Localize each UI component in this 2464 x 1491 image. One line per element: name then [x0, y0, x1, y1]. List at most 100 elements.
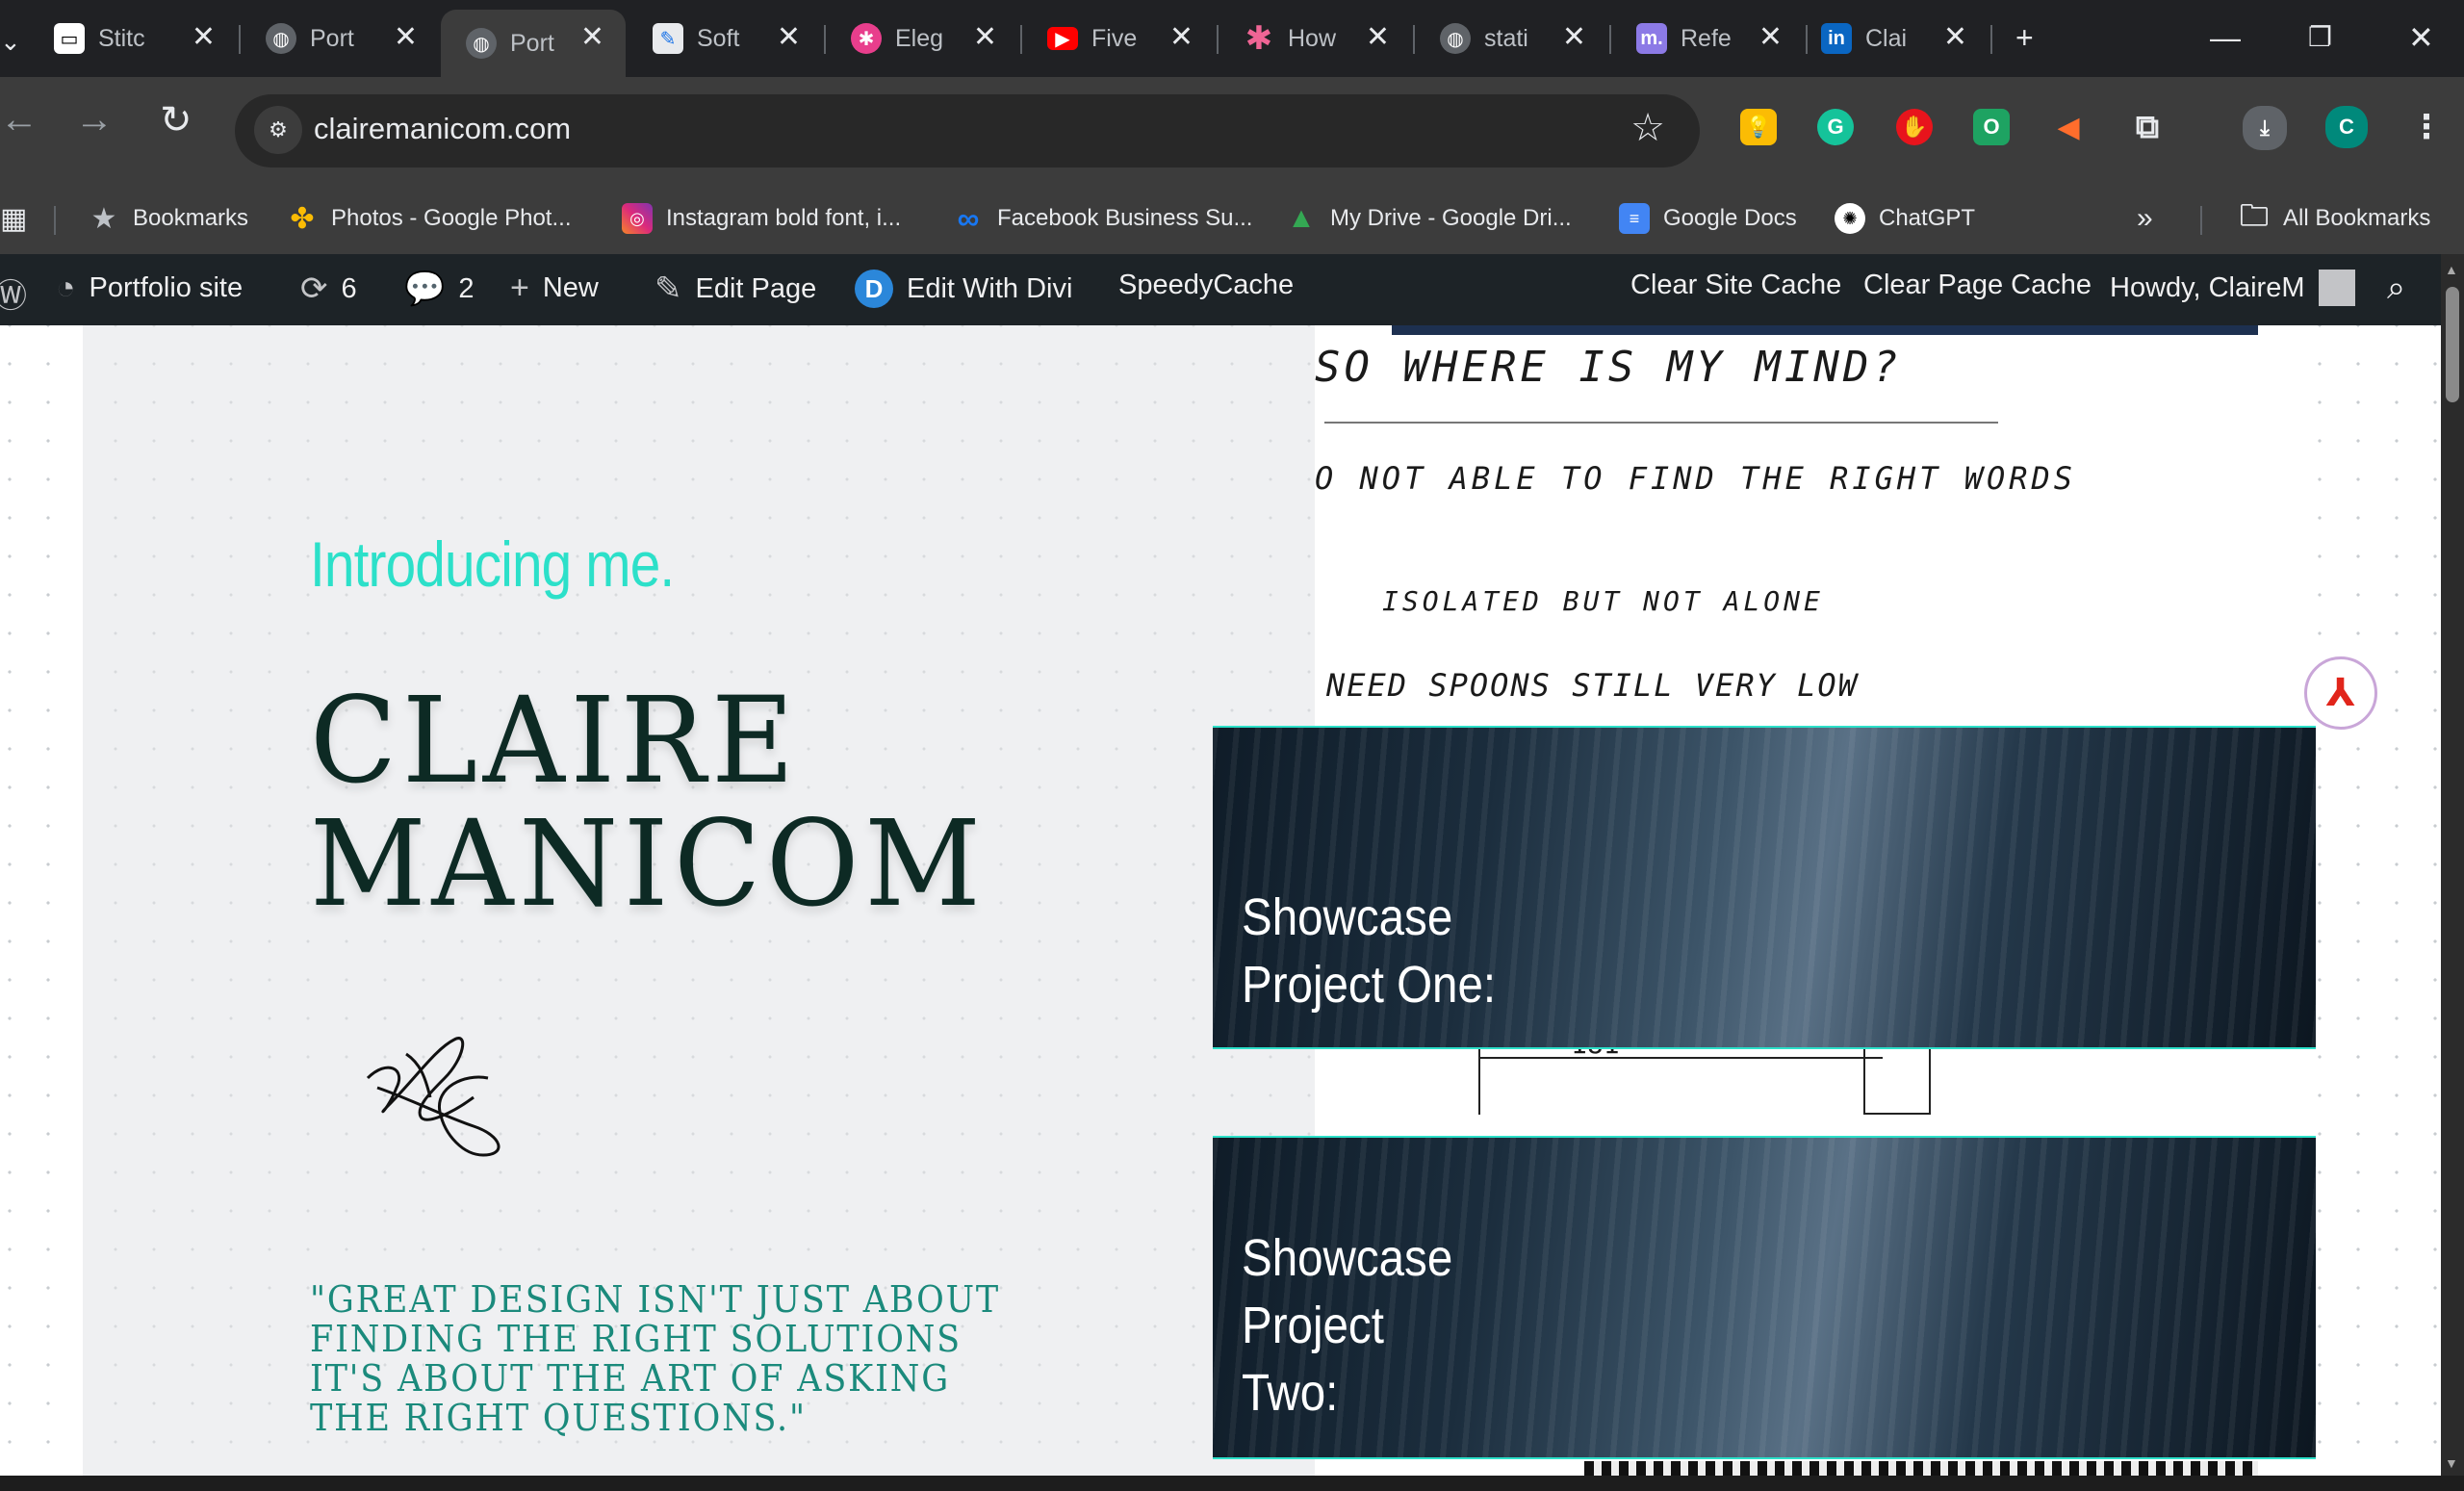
close-tab-icon[interactable]: ✕ — [1758, 23, 1783, 52]
tab-7[interactable]: ✱ How ✕ — [1219, 10, 1411, 67]
close-tab-icon[interactable]: ✕ — [973, 23, 997, 52]
new-label: New — [542, 272, 599, 303]
showcase-two-line-1: Showcase — [1242, 1229, 1453, 1287]
wp-howdy-user[interactable]: Howdy, ClaireM — [2110, 270, 2355, 306]
close-tab-icon[interactable]: ✕ — [580, 23, 604, 52]
block-hand-ext-icon[interactable]: ✋ — [1896, 109, 1933, 145]
wp-clear-site-cache[interactable]: Clear Site Cache — [1630, 270, 1841, 301]
sketch-hatching — [1584, 1461, 2258, 1476]
wp-comments[interactable]: 💬 2 — [404, 270, 474, 308]
back-arrow-icon[interactable]: ← — [0, 98, 38, 141]
bookmark-google-drive[interactable]: ▲ My Drive - Google Dri... — [1286, 194, 1572, 243]
globe-icon: ◍ — [1440, 23, 1471, 54]
bookmark-bookmarks[interactable]: ★ Bookmarks — [89, 194, 249, 243]
more-bookmarks-chevron-icon[interactable]: » — [2137, 194, 2153, 243]
profile-avatar[interactable]: C — [2325, 106, 2368, 148]
plus-icon: + — [510, 270, 529, 306]
restore-icon[interactable]: ❐ — [2308, 13, 2332, 62]
pencil-icon: ✎ — [654, 270, 682, 307]
dashboard-gauge-icon: ◔ — [56, 270, 76, 306]
bookmark-google-docs[interactable]: ≡ Google Docs — [1619, 194, 1797, 243]
pen-icon: ✎ — [653, 23, 683, 54]
wp-search-icon[interactable]: ⌕ — [2387, 270, 2419, 307]
bookmark-label: Facebook Business Su... — [997, 205, 1253, 231]
keep-ext-icon[interactable]: 💡 — [1740, 109, 1777, 145]
design-quote: "GREAT DESIGN ISN'T JUST ABOUT FINDING T… — [310, 1278, 1001, 1439]
address-bar[interactable]: ⚙ clairemanicom.com ☆ — [235, 94, 1700, 167]
wp-updates[interactable]: ⟳ 6 — [300, 270, 357, 308]
clear-site-cache-label: Clear Site Cache — [1630, 270, 1842, 300]
download-icon[interactable]: ⤓ — [2243, 106, 2287, 150]
scroll-up-arrow-icon[interactable]: ▲ — [2445, 262, 2458, 277]
close-tab-icon[interactable]: ✕ — [1562, 23, 1586, 52]
tab-title: Refe — [1681, 24, 1731, 52]
bookmark-label: ChatGPT — [1879, 205, 1976, 231]
close-tab-icon[interactable]: ✕ — [192, 23, 216, 52]
asterisk-icon: ✱ — [1245, 20, 1273, 57]
new-tab-plus-icon[interactable]: + — [2015, 13, 2034, 62]
tab-title: Five — [1091, 24, 1138, 52]
bookmark-star-icon[interactable]: ☆ — [1630, 106, 1665, 150]
tab-search-chevron-icon[interactable]: ⌄ — [0, 17, 21, 65]
wordpress-logo-icon[interactable]: Ⓦ — [0, 270, 40, 317]
tab-4[interactable]: ✎ Soft ✕ — [628, 10, 822, 67]
name-line-2: MANICOM — [310, 795, 987, 934]
close-tab-icon[interactable]: ✕ — [1943, 23, 1967, 52]
forward-arrow-icon[interactable]: → — [75, 98, 114, 141]
globe-icon: ◍ — [266, 23, 296, 54]
wp-new[interactable]: + New — [510, 270, 599, 307]
tab-6[interactable]: ▶ Five ✕ — [1022, 10, 1215, 67]
scroll-down-arrow-icon[interactable]: ▼ — [2445, 1455, 2458, 1471]
close-tab-icon[interactable]: ✕ — [777, 23, 801, 52]
tab-9[interactable]: m. Refe ✕ — [1611, 10, 1804, 67]
wp-edit-with-divi[interactable]: D Edit With Divi — [855, 270, 1072, 308]
minimize-icon[interactable]: — — [2210, 13, 2241, 62]
bookmark-google-photos[interactable]: ✤ Photos - Google Phot... — [287, 194, 571, 243]
updates-count: 6 — [341, 272, 357, 304]
wp-site-label: Portfolio site — [89, 272, 244, 303]
wp-clear-page-cache[interactable]: Clear Page Cache — [1863, 270, 2092, 301]
close-tab-icon[interactable]: ✕ — [1169, 23, 1194, 52]
all-bookmarks-label: All Bookmarks — [2283, 205, 2431, 231]
sketch-line — [1478, 1038, 1480, 1115]
page-scrollbar[interactable]: ▲ ▼ — [2441, 254, 2464, 1477]
tab-1[interactable]: ▭ Stitc ✕ — [29, 10, 237, 67]
edit-page-label: Edit Page — [695, 272, 817, 304]
wp-edit-page[interactable]: ✎ Edit Page — [654, 270, 816, 308]
bookmark-chatgpt[interactable]: ✺ ChatGPT — [1835, 194, 1975, 243]
image-edge — [1392, 325, 2258, 335]
bookmark-label: Google Docs — [1663, 205, 1797, 231]
close-tab-icon[interactable]: ✕ — [394, 23, 418, 52]
close-window-icon[interactable]: ✕ — [2408, 13, 2434, 62]
showcase-two-line-3: Two: — [1242, 1364, 1339, 1422]
close-tab-icon[interactable]: ✕ — [1366, 23, 1390, 52]
menu-kebab-icon[interactable]: ⋮ — [2408, 109, 2445, 145]
tab-10[interactable]: in Clai ✕ — [1796, 10, 1989, 67]
howdy-label: Howdy, ClaireM — [2110, 271, 2305, 303]
asterisk-icon: ✱ — [851, 23, 882, 54]
url-text[interactable]: clairemanicom.com — [314, 112, 571, 146]
showcase-card-two[interactable]: Showcase Project Two: — [1213, 1136, 2316, 1459]
bookmark-instagram[interactable]: ◎ Instagram bold font, i... — [622, 194, 901, 243]
scrollbar-thumb[interactable] — [2446, 287, 2459, 402]
tab-8[interactable]: ◍ stati ✕ — [1415, 10, 1607, 67]
note-line-1: SO WHERE IS MY MIND? — [1315, 343, 1902, 392]
bookmark-facebook-business[interactable]: ∞ Facebook Business Su... — [953, 194, 1253, 243]
megaphone-ext-icon[interactable]: ◀ — [2050, 109, 2087, 145]
stitch-icon: ▭ — [54, 23, 85, 54]
acrobat-pdf-icon[interactable]: ⅄ — [2304, 656, 2377, 730]
green-o-ext-icon[interactable]: O — [1973, 109, 2010, 145]
showcase-card-one[interactable]: Showcase Project One: — [1213, 726, 2316, 1049]
grammarly-ext-icon[interactable]: G — [1817, 109, 1854, 145]
tab-5[interactable]: ✱ Eleg ✕ — [826, 10, 1018, 67]
reload-icon[interactable]: ↻ — [160, 98, 192, 142]
tab-3-active[interactable]: ◍ Port ✕ — [441, 10, 626, 77]
extensions-puzzle-icon[interactable]: ⧉ — [2129, 109, 2166, 145]
wp-speedycache[interactable]: SpeedyCache — [1118, 270, 1294, 301]
all-bookmarks-folder[interactable]: 🗀 All Bookmarks — [2239, 194, 2430, 243]
wp-site-name[interactable]: ◔ Portfolio site — [56, 270, 243, 307]
comments-count: 2 — [458, 272, 475, 304]
site-info-icon[interactable]: ⚙ — [254, 106, 302, 154]
apps-grid-icon[interactable]: ▦ — [0, 194, 27, 243]
tab-2[interactable]: ◍ Port ✕ — [241, 10, 439, 67]
